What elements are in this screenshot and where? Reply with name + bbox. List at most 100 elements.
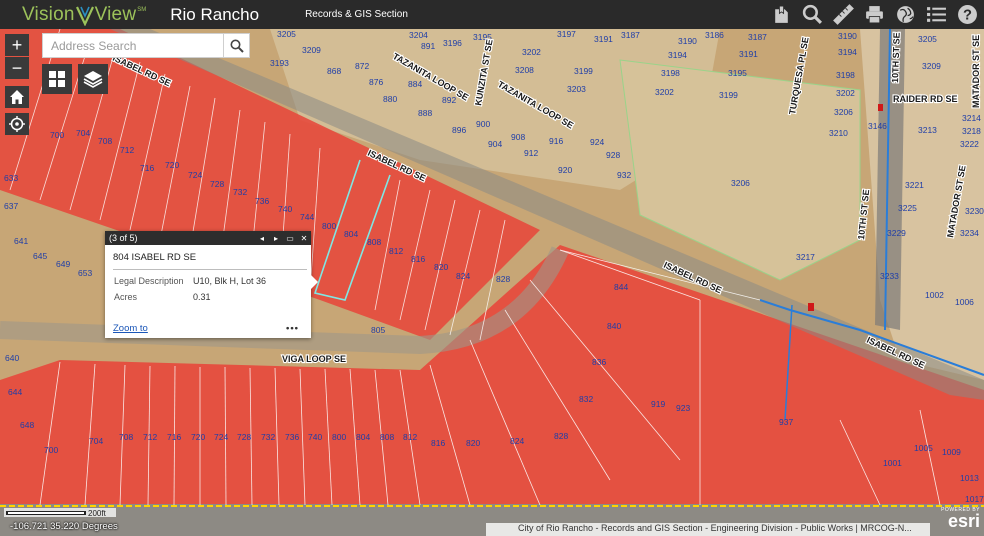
parcel-b704[interactable]: 704 bbox=[89, 436, 103, 446]
parcel-b708[interactable]: 708 bbox=[119, 432, 133, 442]
parcel-920[interactable]: 920 bbox=[558, 165, 572, 175]
parcel-3233[interactable]: 3233 bbox=[880, 271, 899, 281]
parcel-1006[interactable]: 1006 bbox=[955, 297, 974, 307]
visionview-logo[interactable]: Vision View SM bbox=[22, 0, 146, 29]
parcel-1002[interactable]: 1002 bbox=[925, 290, 944, 300]
legend-list-icon[interactable] bbox=[924, 2, 949, 27]
parcel-812[interactable]: 812 bbox=[389, 246, 403, 256]
parcel-3202a[interactable]: 3202 bbox=[522, 47, 541, 57]
parcel-3214[interactable]: 3214 bbox=[962, 113, 981, 123]
parcel-912[interactable]: 912 bbox=[524, 148, 538, 158]
parcel-928[interactable]: 928 bbox=[606, 150, 620, 160]
parcel-3206a[interactable]: 3206 bbox=[834, 107, 853, 117]
parcel-b736[interactable]: 736 bbox=[285, 432, 299, 442]
parcel-3195b[interactable]: 3195 bbox=[728, 68, 747, 78]
parcel-3217a[interactable]: 3217 bbox=[796, 252, 815, 262]
parcel-3194a[interactable]: 3194 bbox=[668, 50, 687, 60]
parcel-3225[interactable]: 3225 bbox=[898, 203, 917, 213]
parcel-824[interactable]: 824 bbox=[456, 271, 470, 281]
parcel-800[interactable]: 800 bbox=[322, 221, 336, 231]
parcel-3230[interactable]: 3230 bbox=[965, 206, 984, 216]
parcel-916[interactable]: 916 bbox=[549, 136, 563, 146]
parcel-3196[interactable]: 3196 bbox=[443, 38, 462, 48]
parcel-645[interactable]: 645 bbox=[33, 251, 47, 261]
parcel-840[interactable]: 840 bbox=[607, 321, 621, 331]
parcel-3222[interactable]: 3222 bbox=[960, 139, 979, 149]
parcel-932[interactable]: 932 bbox=[617, 170, 631, 180]
search-submit-button[interactable] bbox=[223, 34, 249, 57]
parcel-724[interactable]: 724 bbox=[188, 170, 202, 180]
parcel-640[interactable]: 640 bbox=[5, 353, 19, 363]
parcel-844[interactable]: 844 bbox=[614, 282, 628, 292]
parcel-649[interactable]: 649 bbox=[56, 259, 70, 269]
parcel-708[interactable]: 708 bbox=[98, 136, 112, 146]
parcel-805[interactable]: 805 bbox=[371, 325, 385, 335]
parcel-1005[interactable]: 1005 bbox=[914, 443, 933, 453]
parcel-808[interactable]: 808 bbox=[367, 237, 381, 247]
parcel-3209a[interactable]: 3209 bbox=[302, 45, 321, 55]
layers-button[interactable] bbox=[78, 64, 108, 94]
parcel-3208[interactable]: 3208 bbox=[515, 65, 534, 75]
parcel-3187b[interactable]: 3187 bbox=[748, 32, 767, 42]
parcel-b732[interactable]: 732 bbox=[261, 432, 275, 442]
parcel-888[interactable]: 888 bbox=[418, 108, 432, 118]
map-view[interactable]: 700 704 708 712 716 720 724 728 732 736 … bbox=[0, 29, 984, 536]
parcel-3221[interactable]: 3221 bbox=[905, 180, 924, 190]
parcel-828[interactable]: 828 bbox=[496, 274, 510, 284]
help-icon[interactable]: ? bbox=[955, 2, 980, 27]
parcel-3198b[interactable]: 3198 bbox=[836, 70, 855, 80]
parcel-b716[interactable]: 716 bbox=[167, 432, 181, 442]
parcel-704[interactable]: 704 bbox=[76, 128, 90, 138]
parcel-900[interactable]: 900 bbox=[476, 119, 490, 129]
parcel-732[interactable]: 732 bbox=[233, 187, 247, 197]
parcel-b740[interactable]: 740 bbox=[308, 432, 322, 442]
parcel-b808[interactable]: 808 bbox=[380, 432, 394, 442]
parcel-1001[interactable]: 1001 bbox=[883, 458, 902, 468]
hydrant-marker[interactable] bbox=[808, 303, 814, 311]
parcel-740[interactable]: 740 bbox=[278, 204, 292, 214]
parcel-892[interactable]: 892 bbox=[442, 95, 456, 105]
parcel-3197[interactable]: 3197 bbox=[557, 29, 576, 39]
parcel-720[interactable]: 720 bbox=[165, 160, 179, 170]
popup-zoom-to-link[interactable]: Zoom to bbox=[113, 323, 148, 334]
parcel-b804[interactable]: 804 bbox=[356, 432, 370, 442]
parcel-3202b[interactable]: 3202 bbox=[655, 87, 674, 97]
parcel-728[interactable]: 728 bbox=[210, 179, 224, 189]
parcel-b812[interactable]: 812 bbox=[403, 432, 417, 442]
parcel-712[interactable]: 712 bbox=[120, 145, 134, 155]
parcel-1013[interactable]: 1013 bbox=[960, 473, 979, 483]
hydrant-marker-2[interactable] bbox=[878, 104, 883, 111]
parcel-872[interactable]: 872 bbox=[355, 61, 369, 71]
parcel-3186[interactable]: 3186 bbox=[705, 30, 724, 40]
parcel-937[interactable]: 937 bbox=[779, 417, 793, 427]
parcel-3187a[interactable]: 3187 bbox=[621, 30, 640, 40]
basemap-gallery-icon[interactable] bbox=[893, 2, 918, 27]
parcel-b712[interactable]: 712 bbox=[143, 432, 157, 442]
parcel-3206b[interactable]: 3206 bbox=[731, 178, 750, 188]
parcel-3234[interactable]: 3234 bbox=[960, 228, 979, 238]
parcel-908[interactable]: 908 bbox=[511, 132, 525, 142]
parcel-3209b[interactable]: 3209 bbox=[922, 61, 941, 71]
home-button[interactable] bbox=[5, 86, 29, 108]
parcel-b828[interactable]: 828 bbox=[554, 431, 568, 441]
parcel-3210[interactable]: 3210 bbox=[829, 128, 848, 138]
parcel-3199a[interactable]: 3199 bbox=[574, 66, 593, 76]
parcel-3198a[interactable]: 3198 bbox=[661, 68, 680, 78]
parcel-653[interactable]: 653 bbox=[78, 268, 92, 278]
parcel-744[interactable]: 744 bbox=[300, 212, 314, 222]
popup-close-button[interactable]: ✕ bbox=[299, 234, 309, 243]
parcel-b724[interactable]: 724 bbox=[214, 432, 228, 442]
parcel-3190b[interactable]: 3190 bbox=[838, 31, 857, 41]
parcel-924[interactable]: 924 bbox=[590, 137, 604, 147]
parcel-1009[interactable]: 1009 bbox=[942, 447, 961, 457]
parcel-816[interactable]: 816 bbox=[411, 254, 425, 264]
parcel-876[interactable]: 876 bbox=[369, 77, 383, 87]
parcel-644[interactable]: 644 bbox=[8, 387, 22, 397]
parcel-891[interactable]: 891 bbox=[421, 41, 435, 51]
print-icon[interactable] bbox=[862, 2, 887, 27]
parcel-904[interactable]: 904 bbox=[488, 139, 502, 149]
parcel-3213[interactable]: 3213 bbox=[918, 125, 937, 135]
parcel-b820[interactable]: 820 bbox=[466, 438, 480, 448]
parcel-3202c[interactable]: 3202 bbox=[836, 88, 855, 98]
zoom-in-button[interactable]: + bbox=[5, 34, 29, 56]
